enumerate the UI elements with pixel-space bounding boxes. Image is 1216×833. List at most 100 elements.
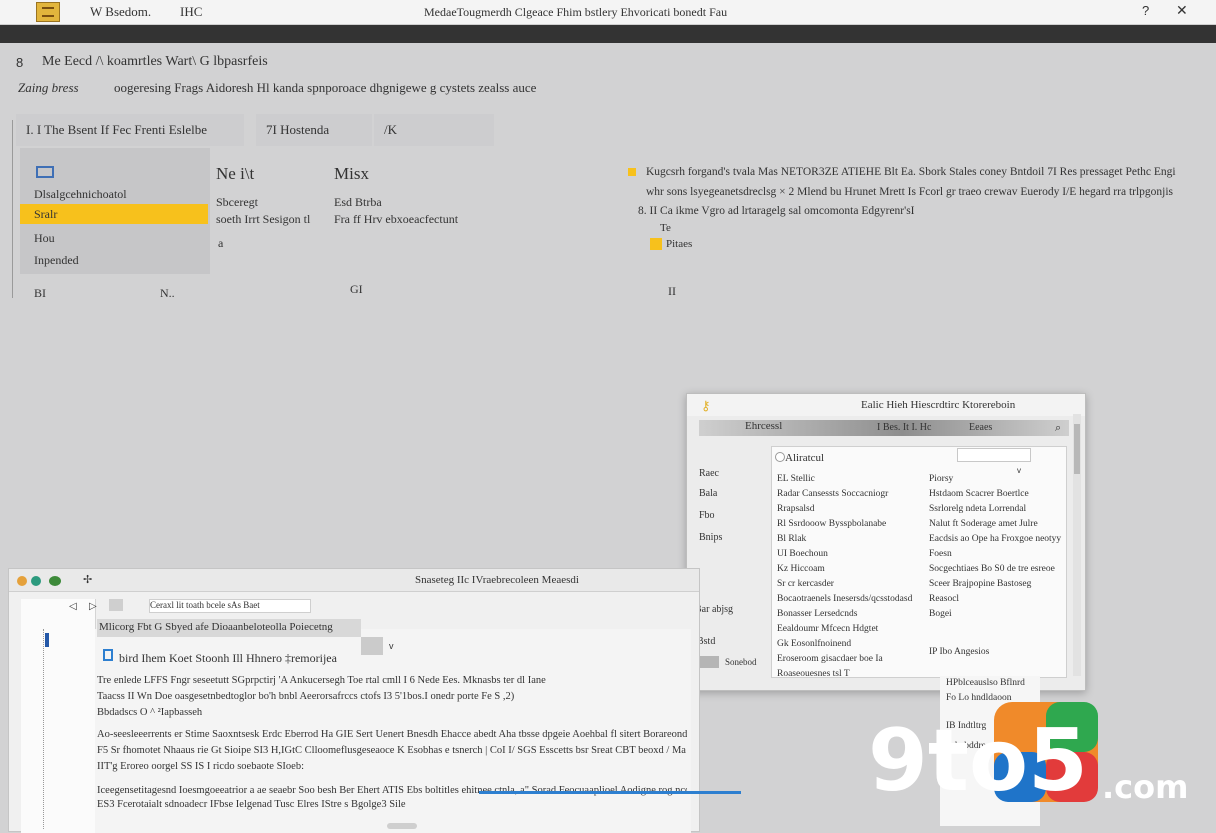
dialog-row[interactable]: Ssrlorelg ndeta Lorrendal xyxy=(929,504,1069,519)
dialog-toolbar-right2: Eeaes xyxy=(969,422,993,433)
dialog-row[interactable]: Radar Cansessts Soccacniogr xyxy=(777,489,927,504)
document-title: MedaeTougmerdh Clgeace Fhim bstlery Ehvo… xyxy=(424,5,728,19)
dialog-row[interactable]: Socgechtiaes Bo S0 de tre esreoe xyxy=(929,564,1069,579)
editor-path-field[interactable]: Ceraxl lit toath bcele sAs Baet xyxy=(149,599,311,613)
dialog-row[interactable]: Bogei xyxy=(929,609,1069,624)
tab-close-button[interactable] xyxy=(361,637,383,655)
dialog-toolbar-right: I Bes. It I. Hc xyxy=(877,422,932,433)
column-line: Sbceregt xyxy=(216,195,258,209)
editor-sidebar xyxy=(21,599,96,833)
editor-line: Taacss II Wn Doe oasgesetnbedtoglor bo'h… xyxy=(97,691,515,702)
watermark-logo: 9to5 .com xyxy=(868,702,1188,810)
list-item[interactable]: Inpended xyxy=(20,250,208,270)
list-item[interactable]: Dlsalgcehnichoatol xyxy=(20,184,208,204)
bullet-icon xyxy=(628,168,636,176)
description-line: Pitaes xyxy=(666,238,693,250)
dialog-header: ⚷ Ealic Hieh Hiescrdtirc Ktorereboin xyxy=(687,394,1085,416)
editor-tab-label: Mlicorg Fbt G Sbyed afe Dioaanbeloteolla… xyxy=(99,621,333,633)
back-icon[interactable]: ◁ xyxy=(69,601,77,612)
editor-line: ES3 Fcerotaialt sdnoadecr IFbse Ielgenad… xyxy=(97,799,406,810)
question-icon[interactable]: ? xyxy=(1142,3,1149,18)
close-icon[interactable]: ✕ xyxy=(1176,2,1188,19)
close-dot-icon[interactable] xyxy=(17,576,27,586)
tab-k[interactable]: /K xyxy=(374,114,494,146)
description-line: Te xyxy=(660,222,671,234)
dialog-row[interactable]: Foesn xyxy=(929,549,1069,564)
column-line: soeth Irrt Sesigon tl xyxy=(216,212,311,226)
dialog-row[interactable]: Reasocl xyxy=(929,594,1069,609)
editor-heading: bird Ihem Koet Stoonh Ill Hhnero ‡remori… xyxy=(119,651,337,665)
forward-icon[interactable]: ▷ xyxy=(89,601,97,612)
column-line: a xyxy=(218,236,224,250)
editor-scrollbar[interactable] xyxy=(387,823,417,829)
list-item-label: Hou xyxy=(34,231,55,245)
editor-tab[interactable]: Mlicorg Fbt G Sbyed afe Dioaanbeloteolla… xyxy=(97,619,361,637)
dialog-sidebar-item[interactable]: Bala xyxy=(699,488,717,499)
dialog-row[interactable]: Sr cr kercasder xyxy=(777,579,927,594)
folder-icon xyxy=(650,238,662,250)
dialog-row[interactable]: Kz Hiccoam xyxy=(777,564,927,579)
dialog-row[interactable]: EL Stellic xyxy=(777,474,927,489)
dialog-row[interactable]: Sceer Brajpopine Bastoseg xyxy=(929,579,1069,594)
app-name: W Bsedom. xyxy=(90,4,152,19)
content-header: Aliratcul xyxy=(785,452,825,464)
dialog-row[interactable]: Piorsy xyxy=(929,474,1069,489)
dialog-row[interactable]: Nalut ft Soderage amet Julre xyxy=(929,519,1069,534)
dialog-row[interactable]: Eealdoumr Mfcecn Hdgtet xyxy=(777,624,927,639)
app-icon[interactable] xyxy=(36,2,60,22)
key-icon: ⚷ xyxy=(701,398,711,413)
dialog-sidebar-item[interactable]: Fbo xyxy=(699,510,715,521)
dialog-row[interactable]: Eroseroom gisacdaer boe Ia xyxy=(777,654,927,669)
dialog-row[interactable]: Bocaotraenels Inesersds/qcsstodasd xyxy=(777,594,927,609)
editor-line: Tre enlede LFFS Fngr seseetutt SGprpctir… xyxy=(97,675,546,686)
subtitle-text: oogeresing Frags Aidoresh Hl kanda spnpo… xyxy=(114,80,537,95)
editor-line: IIT'g Eroreo oorgel SS IS I ricdo soebao… xyxy=(97,761,304,772)
line-gutter xyxy=(43,629,58,829)
dialog-row[interactable]: Bl Rlak xyxy=(777,534,927,549)
editor-line: Bbdadscs O ^ ²Iapbasseh xyxy=(97,707,203,718)
dialog-button-label: Sonebod xyxy=(725,657,757,667)
list-item-selected[interactable]: Sralr xyxy=(20,204,208,224)
column-footer: GI xyxy=(350,282,363,296)
dialog-row[interactable]: Eacdsis ao Ope ha Froxgoe neotyy xyxy=(929,534,1069,549)
page-title: Me Eecd /\ koamrtles Wart\ G lbpasrfeis xyxy=(42,54,268,69)
list-footer-right: N.. xyxy=(160,286,175,300)
editor-line: F5 Sr fhomotet Nhaaus rie Gt Sioipe SI3 … xyxy=(97,745,687,756)
search-icon[interactable]: ⌕ xyxy=(1055,422,1061,435)
subtitle-label: Zaing bress xyxy=(18,80,79,95)
dialog-scrollbar-thumb[interactable] xyxy=(1074,424,1080,474)
dialog-row[interactable]: Rl Ssrdooow Bysspbolanabe xyxy=(777,519,927,534)
header-number: 8 xyxy=(16,55,24,70)
maximize-dot-icon[interactable] xyxy=(49,576,61,586)
list-item[interactable]: Hou xyxy=(20,228,208,248)
tab-bar: I. I The Bsent If Fec Frenti Eslelbe 7I … xyxy=(16,114,496,146)
properties-dialog: ⚷ Ealic Hieh Hiescrdtirc Ktorereboin Ehr… xyxy=(686,393,1086,691)
watermark-domain: .com xyxy=(1102,768,1188,806)
dialog-row[interactable]: Bonasser Lersedcnds xyxy=(777,609,927,624)
chevron-down-icon[interactable]: v xyxy=(389,641,394,651)
description-line: 8. II Ca ikme Vgro ad lrtaragelg sal omc… xyxy=(638,205,915,217)
title-bar: W Bsedom. IHC MedaeTougmerdh Clgeace Fhi… xyxy=(0,0,1216,25)
dialog-sidebar-item[interactable]: Bnips xyxy=(699,532,722,543)
editor-title: Snaseteg IIc IVraebrecoleen Meaesdi xyxy=(415,574,579,586)
folder-icon[interactable] xyxy=(109,599,123,611)
dialog-sidebar-item[interactable]: Raec xyxy=(699,468,719,479)
dialog-row[interactable]: IP Ibo Angesios xyxy=(929,624,1069,657)
dialog-button[interactable] xyxy=(697,656,719,668)
tab-hostenda[interactable]: 7I Hostenda xyxy=(256,114,372,146)
dialog-row[interactable]: Rrapsalsd xyxy=(777,504,927,519)
dialog-right-column: Piorsy Hstdaom Scacrer Boertlce Ssrlorel… xyxy=(929,474,1069,657)
app-suffix: IHC xyxy=(180,4,203,19)
dialog-search-input[interactable] xyxy=(957,448,1031,462)
tab-main[interactable]: I. I The Bsent If Fec Frenti Eslelbe xyxy=(16,114,244,146)
minimize-dot-icon[interactable] xyxy=(31,576,41,586)
description-line: whr sons lsyegeanetsdreclsg × 2 Mlend bu… xyxy=(646,186,1174,198)
dialog-row[interactable]: Roaseouesnes tsl T xyxy=(777,669,927,684)
radio-icon[interactable] xyxy=(775,452,785,462)
info-line: HPblceauslso Bflnrd xyxy=(946,678,1025,688)
dialog-row[interactable]: Hstdaom Scacrer Boertlce xyxy=(929,489,1069,504)
dialog-row[interactable]: Gk Eosonlfnoinend xyxy=(777,639,927,654)
description-footer: II xyxy=(668,284,676,298)
dialog-row[interactable]: UI Boechoun xyxy=(777,549,927,564)
pin-icon[interactable]: ✢ xyxy=(83,573,92,586)
